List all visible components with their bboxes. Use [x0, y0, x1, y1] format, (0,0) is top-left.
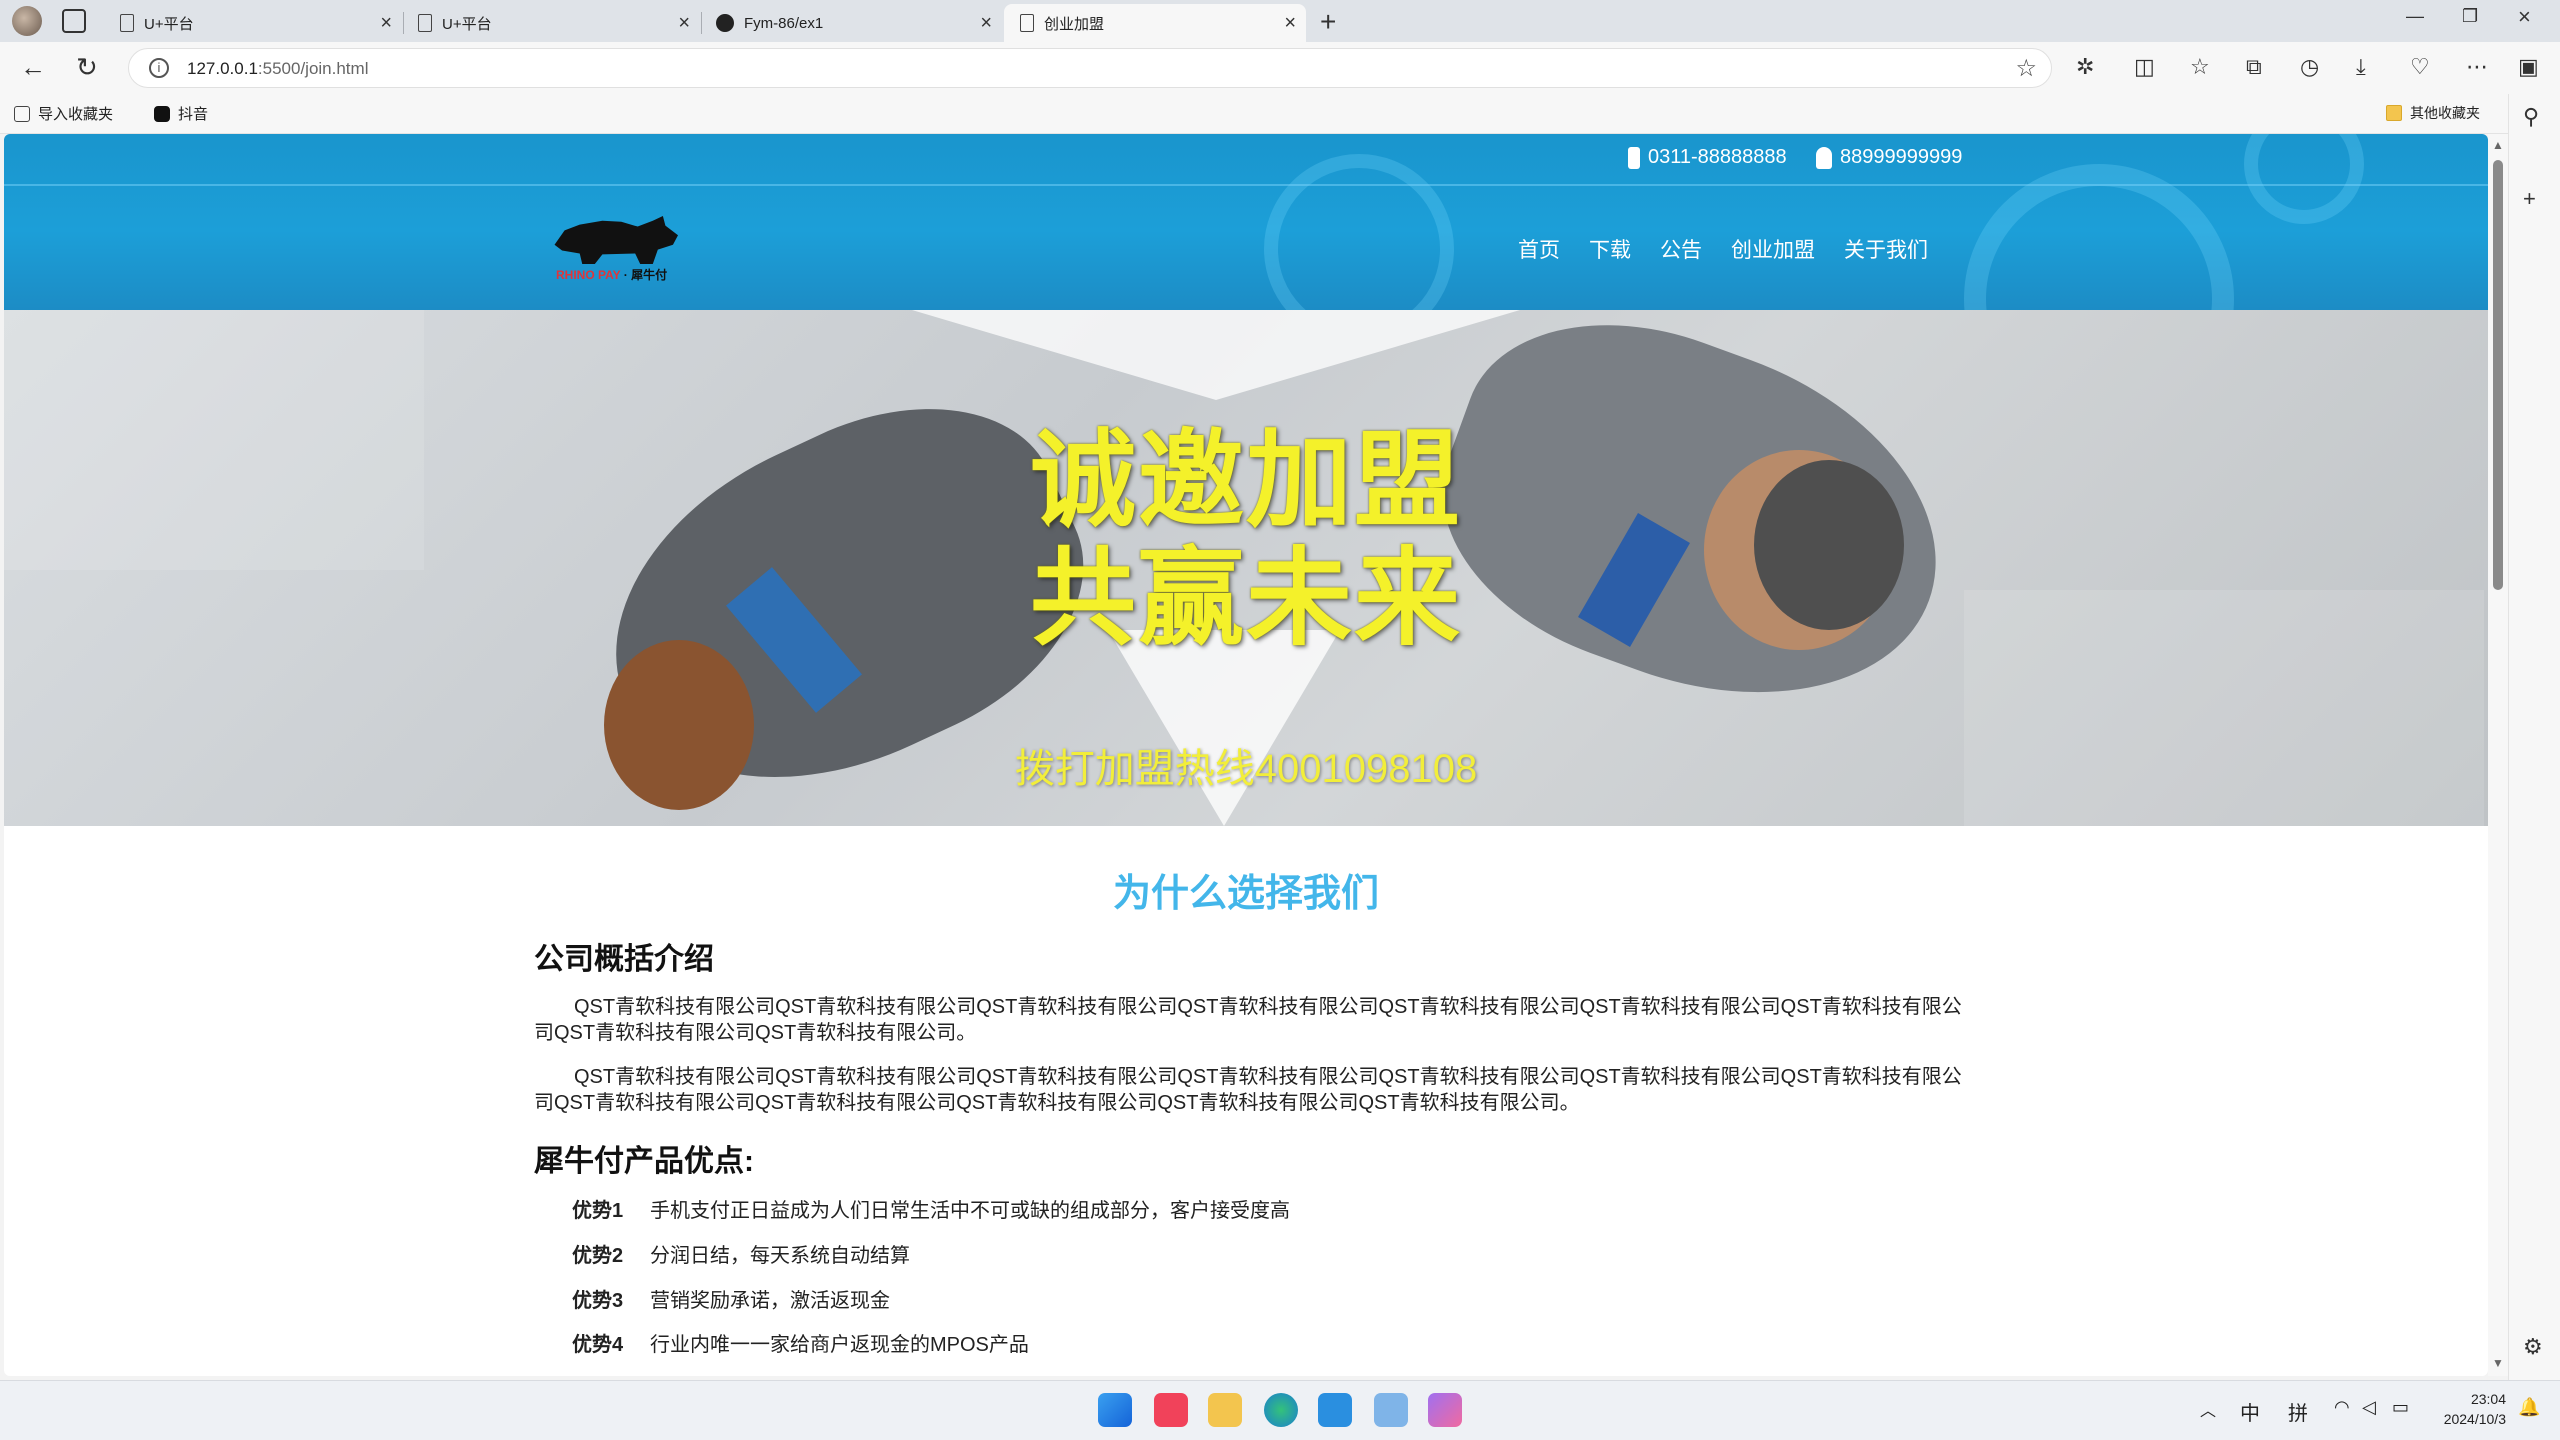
wifi-icon[interactable]: ◠ [2334, 1397, 2350, 1418]
search-icon[interactable]: ⚲ [2523, 104, 2539, 130]
page-icon [1020, 14, 1034, 32]
page-viewport: 0311-88888888 88999999999 RHINO PAY · 犀牛… [4, 134, 2488, 1376]
new-tab-button[interactable]: + [1320, 6, 1336, 38]
page-icon [418, 14, 432, 32]
windows-taskbar: ︿ 中 拼 ◠ ◁ ▭ 23:04 2024/10/3 🔔 [0, 1380, 2560, 1440]
notification-bell-icon[interactable]: 🔔 [2518, 1397, 2540, 1418]
windows-start-icon[interactable] [1098, 1393, 1132, 1427]
url-text[interactable]: 127.0.0.1:5500/join.html [187, 59, 368, 79]
site-header: 0311-88888888 88999999999 RHINO PAY · 犀牛… [4, 134, 2488, 310]
file-explorer-icon[interactable] [1208, 1393, 1242, 1427]
scrollbar-thumb[interactable] [2493, 160, 2503, 590]
tab-actions-icon[interactable] [62, 9, 86, 33]
taskbar-clock[interactable]: 23:04 2024/10/3 [2436, 1389, 2506, 1429]
profile-avatar[interactable] [12, 6, 42, 36]
banner-headline-2: 共赢未来 [1030, 540, 1462, 658]
franchise-banner: 诚邀加盟 共赢未来 拨打加盟热线4001098108 [4, 310, 2488, 826]
advantage-item: 优势1 手机支付正日益成为人们日常生活中不可或缺的组成部分，客户接受度高 [572, 1200, 1290, 1222]
qq-penguin-icon [1816, 146, 1832, 169]
site-logo[interactable]: RHINO PAY · 犀牛付 [552, 208, 682, 282]
fav-douyin[interactable]: 抖音 [154, 103, 208, 124]
tab-title: U+平台 [442, 15, 492, 33]
downloads-icon[interactable]: ⤓ [2356, 54, 2366, 80]
intro-paragraph-1: QST青软科技有限公司QST青软科技有限公司QST青软科技有限公司QST青软科技… [534, 996, 1962, 1044]
tab-u-platform-1[interactable]: U+平台 × [104, 4, 404, 42]
favorite-star-icon[interactable]: ☆ [2015, 54, 2037, 83]
nav-about[interactable]: 关于我们 [1844, 234, 1928, 264]
phone-icon [1628, 146, 1640, 169]
copilot-icon[interactable]: ▣ [2518, 54, 2539, 80]
tray-expand-icon[interactable]: ︿ [2200, 1397, 2216, 1421]
tab-join[interactable]: 创业加盟 × [1004, 4, 1306, 42]
site-info-icon[interactable]: i [149, 58, 169, 78]
restore-button[interactable]: ❐ [2462, 6, 2478, 27]
app-icon[interactable] [1428, 1393, 1462, 1427]
rhino-logo-icon [554, 216, 678, 264]
github-icon [716, 14, 734, 32]
back-button[interactable]: ← [20, 52, 46, 83]
advantage-item: 优势3 营销奖励承诺，激活返现金 [572, 1290, 890, 1312]
nav-franchise[interactable]: 创业加盟 [1731, 234, 1815, 264]
browser-essentials-icon[interactable]: ♡ [2410, 54, 2430, 80]
nav-announcement[interactable]: 公告 [1660, 234, 1702, 264]
advantage-item: 优势2 分润日结，每天系统自动结算 [572, 1245, 910, 1267]
close-icon[interactable]: × [678, 12, 690, 35]
battery-icon[interactable]: ▭ [2392, 1397, 2409, 1418]
add-sidebar-icon[interactable]: + [2523, 186, 2536, 212]
browser-tab-strip: U+平台 × U+平台 × Fym-86/ex1 × 创业加盟 × + — ❐ … [0, 0, 2560, 42]
close-icon[interactable]: × [380, 12, 392, 35]
more-menu-icon[interactable]: ⋯ [2466, 54, 2488, 80]
fav-import[interactable]: 导入收藏夹 [14, 103, 113, 124]
close-window-button[interactable]: × [2518, 4, 2531, 30]
folder-icon [2386, 105, 2402, 121]
paint-app-icon[interactable] [1374, 1393, 1408, 1427]
tab-title: Fym-86/ex1 [744, 14, 824, 32]
scroll-up-icon[interactable]: ▲ [2492, 138, 2504, 152]
ime-mode[interactable]: 拼 [2288, 1397, 2308, 1426]
volume-icon[interactable]: ◁ [2362, 1397, 2376, 1418]
split-screen-icon[interactable]: ◫ [2134, 54, 2155, 80]
phone-contact: 0311-88888888 [1628, 146, 1787, 169]
nav-download[interactable]: 下载 [1589, 234, 1631, 264]
advantage-item: 优势4 行业内唯一一家给商户返现金的MPOS产品 [572, 1334, 1029, 1356]
tab-github[interactable]: Fym-86/ex1 × [700, 4, 1002, 42]
close-icon[interactable]: × [1284, 12, 1296, 35]
music-app-icon[interactable] [1154, 1393, 1188, 1427]
section-title: 为什么选择我们 [1112, 873, 1379, 915]
tab-title: 创业加盟 [1044, 15, 1105, 33]
browser-toolbar: ← ↻ i 127.0.0.1:5500/join.html ☆ ✲ ◫ ☆ ⧉… [0, 42, 2560, 94]
banner-hotline: 拨打加盟热线4001098108 [1014, 747, 1478, 791]
address-bar[interactable]: i 127.0.0.1:5500/join.html ☆ [128, 48, 2052, 88]
minimize-button[interactable]: — [2406, 6, 2424, 27]
favorites-bar: 导入收藏夹 抖音 其他收藏夹 [0, 94, 2560, 134]
settings-gear-icon[interactable]: ⚙ [2523, 1334, 2543, 1360]
intro-heading: 公司概括介绍 [534, 943, 714, 976]
intro-paragraph-2: QST青软科技有限公司QST青软科技有限公司QST青软科技有限公司QST青软科技… [534, 1066, 1962, 1114]
refresh-button[interactable]: ↻ [76, 52, 98, 83]
fav-other[interactable]: 其他收藏夹 [2386, 103, 2480, 123]
page-icon [120, 14, 134, 32]
collections-icon[interactable]: ⧉ [2246, 54, 2262, 80]
qq-contact: 88999999999 [1816, 146, 1962, 169]
advantages-heading: 犀牛付产品优点: [534, 1145, 754, 1178]
vscode-icon[interactable] [1318, 1393, 1352, 1427]
nav-home[interactable]: 首页 [1518, 234, 1560, 264]
main-nav: 首页 下载 公告 创业加盟 关于我们 [1518, 234, 1957, 264]
page-scrollbar[interactable]: ▲ ▼ [2488, 134, 2508, 1376]
close-icon[interactable]: × [980, 12, 992, 35]
triangle-decoration-top [912, 310, 1520, 400]
extensions-icon[interactable]: ✲ [2076, 54, 2094, 80]
edge-browser-icon[interactable] [1264, 1393, 1298, 1427]
scroll-down-icon[interactable]: ▼ [2492, 1356, 2504, 1370]
ime-language[interactable]: 中 [2240, 1397, 2260, 1426]
favorites-icon[interactable]: ☆ [2190, 54, 2210, 80]
tab-u-platform-2[interactable]: U+平台 × [402, 4, 702, 42]
tab-title: U+平台 [144, 15, 194, 33]
douyin-icon [154, 105, 170, 122]
import-favorites-icon [14, 105, 30, 122]
edge-sidebar: ⚲ + ⚙ [2508, 94, 2560, 1380]
history-icon[interactable]: ◷ [2300, 54, 2319, 80]
